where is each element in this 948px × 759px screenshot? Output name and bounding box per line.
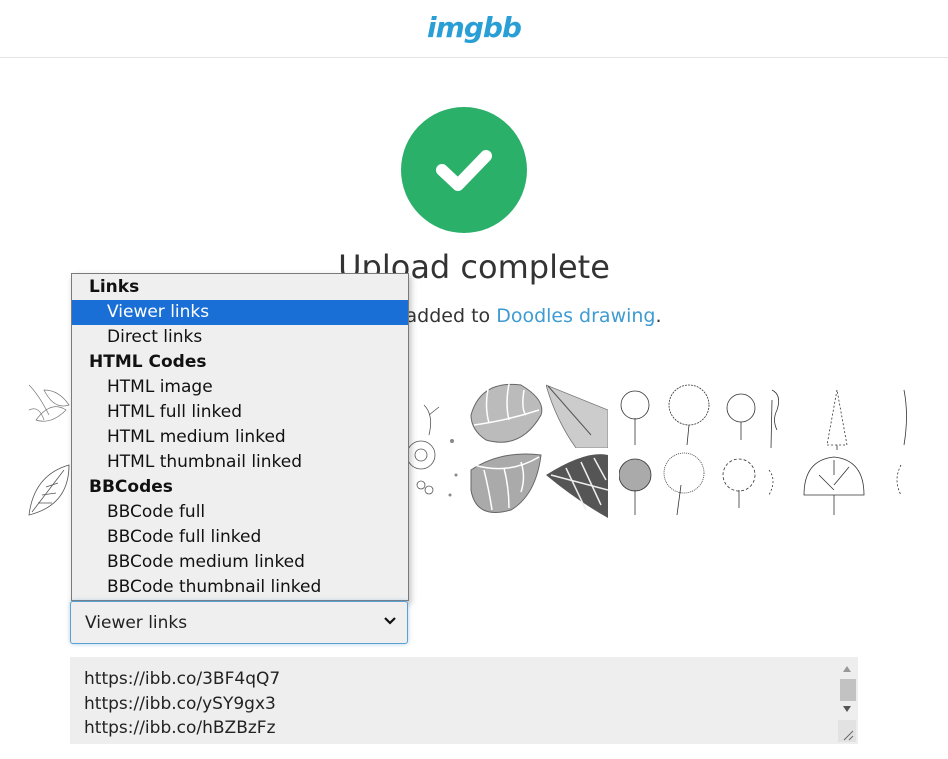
scroll-up-icon[interactable] [842,665,852,673]
embed-codes-textarea[interactable]: https://ibb.co/3BF4qQ7 https://ibb.co/yS… [70,657,858,744]
thumbnail[interactable] [619,380,909,520]
option-bbcode-full[interactable]: BBCode full [72,500,408,525]
select-value: Viewer links [85,612,188,633]
option-html-thumbnail-linked[interactable]: HTML thumbnail linked [72,450,408,475]
option-viewer-links[interactable]: Viewer links [72,300,408,325]
scroll-down-icon[interactable] [842,705,852,713]
chevron-down-icon [384,617,396,625]
option-direct-links[interactable]: Direct links [72,325,408,350]
thumbnail[interactable] [409,395,444,505]
option-html-medium-linked[interactable]: HTML medium linked [72,425,408,450]
scroll-thumb[interactable] [840,679,856,701]
thumbnail[interactable] [469,450,544,518]
album-link[interactable]: Doodles drawing [496,305,655,327]
imgbb-logo[interactable]: imgbb [427,11,522,44]
option-html-image[interactable]: HTML image [72,375,408,400]
top-bar: imgbb [0,0,948,58]
embed-codes-select[interactable]: Viewer links [70,601,408,644]
option-html-full-linked[interactable]: HTML full linked [72,400,408,425]
link-line: https://ibb.co/hBZBzFz [84,718,276,738]
option-group-links: Links [89,277,140,297]
check-circle-icon [401,107,527,233]
thumbnail[interactable] [444,435,464,505]
thumbnail[interactable] [546,380,608,448]
option-group-html-codes: HTML Codes [89,352,207,372]
option-bbcode-medium-linked[interactable]: BBCode medium linked [72,550,408,575]
link-line: https://ibb.co/ySY9gx3 [84,693,276,714]
resize-handle-icon[interactable] [838,720,856,742]
thumbnail[interactable] [546,450,608,518]
option-bbcode-full-linked[interactable]: BBCode full linked [72,525,408,550]
thumbnail[interactable] [24,455,74,520]
thumbnail[interactable] [469,380,544,448]
option-bbcode-thumbnail-linked[interactable]: BBCode thumbnail linked [72,575,408,600]
option-group-bbcodes: BBCodes [89,477,173,497]
embed-codes-dropdown-list[interactable]: Links Viewer links Direct links HTML Cod… [71,273,409,601]
link-line: https://ibb.co/3BF4qQ7 [84,669,281,689]
